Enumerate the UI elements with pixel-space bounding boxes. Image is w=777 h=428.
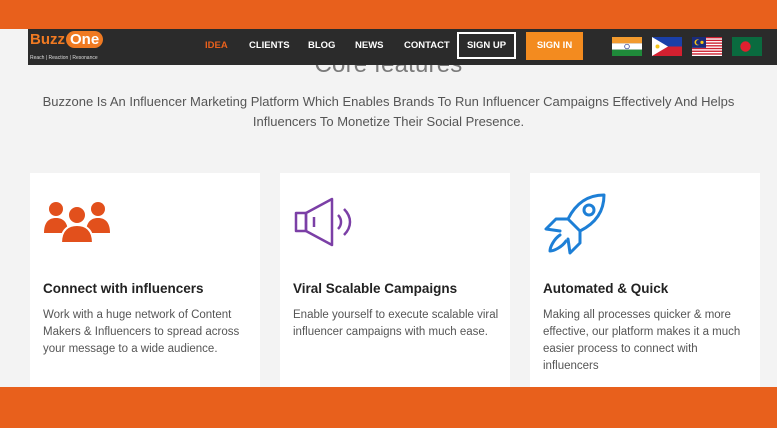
malaysia-flag-icon[interactable] (692, 37, 722, 56)
nav-link-clients[interactable]: CLIENTS (249, 40, 290, 51)
feature-description: Making all processes quicker & more effe… (543, 309, 741, 372)
nav-link-contact[interactable]: CONTACT (404, 40, 450, 51)
feature-title: Viral Scalable Campaigns (293, 281, 458, 296)
logo-accent-text: One (66, 31, 104, 48)
intro-text: Buzzone Is An Influencer Marketing Platf… (42, 94, 735, 129)
top-navbar: Buzz One Reach | Reaction | Resonance IDE… (28, 29, 777, 65)
signin-button[interactable]: SIGN IN (526, 32, 583, 60)
feature-title: Automated & Quick (543, 281, 669, 296)
philippines-flag-icon[interactable] (652, 37, 682, 56)
logo-main-text: Buzz (30, 31, 65, 48)
feature-description: Work with a huge network of Content Make… (43, 309, 240, 355)
nav-link-blog[interactable]: BLOG (308, 40, 335, 51)
feature-title: Connect with influencers (43, 281, 204, 296)
feature-description: Enable yourself to execute scalable vira… (293, 309, 499, 338)
feature-card-automated: Automated & Quick Making all processes q… (530, 173, 760, 387)
logo-tagline: Reach | Reaction | Resonance (30, 55, 98, 61)
people-group-icon (44, 202, 110, 244)
feature-card-viral: Viral Scalable Campaigns Enable yourself… (280, 173, 510, 387)
top-orange-band (0, 0, 777, 29)
buzzone-logo[interactable]: Buzz One Reach | Reaction | Resonance (28, 29, 108, 65)
bangladesh-flag-icon[interactable] (732, 37, 762, 56)
megaphone-icon (294, 197, 352, 247)
feature-card-connect: Connect with influencers Work with a hug… (30, 173, 260, 387)
signup-button[interactable]: SIGN UP (457, 32, 516, 59)
rocket-icon (544, 193, 606, 255)
page-content: Core features Buzzone Is An Influencer M… (0, 29, 777, 387)
india-flag-icon[interactable] (612, 37, 642, 56)
bottom-orange-band (0, 387, 777, 428)
nav-link-idea[interactable]: IDEA (205, 40, 228, 51)
nav-link-news[interactable]: NEWS (355, 40, 384, 51)
